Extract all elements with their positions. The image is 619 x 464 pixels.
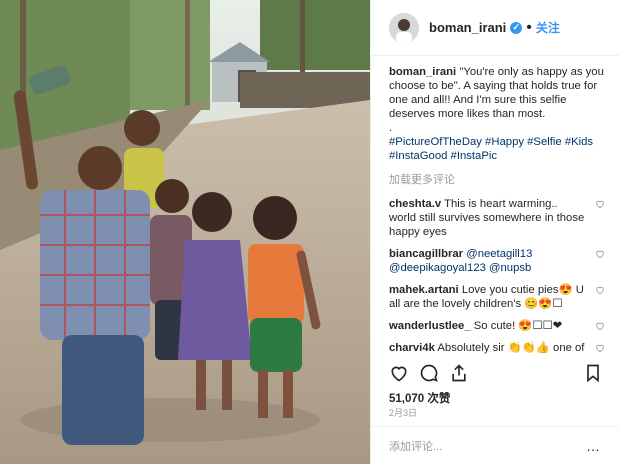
heart-icon[interactable] [389, 363, 409, 383]
instagram-post: boman_irani ✓ • 关注 boman_irani "You're o… [0, 0, 619, 464]
heart-icon[interactable] [595, 285, 605, 295]
share-icon[interactable] [449, 363, 469, 383]
caption-username[interactable]: boman_irani [389, 66, 456, 78]
caption-dot: . [389, 122, 393, 134]
comment-username[interactable]: cheshta.v [389, 198, 441, 210]
comment-item: charvi4k Absolutely sir 👏👏👍 one of d Bes… [389, 341, 605, 355]
heart-icon[interactable] [595, 343, 605, 353]
heart-icon[interactable] [595, 321, 605, 331]
comment-item: biancagillbrar @neetagill13 @deepikagoya… [389, 247, 605, 275]
selfie-photo-illustration [0, 0, 370, 464]
post-date: 2月3日 [389, 408, 418, 418]
caption-hashtags[interactable]: #PictureOfTheDay #Happy #Selfie #Kids #I… [389, 135, 605, 163]
post-photo[interactable] [0, 0, 370, 464]
username-link[interactable]: boman_irani [429, 20, 506, 35]
comment-item: mahek.artani Love you cutie pies😍 U all … [389, 283, 605, 311]
bookmark-icon[interactable] [583, 363, 603, 383]
heart-icon[interactable] [595, 199, 605, 209]
post-header: boman_irani ✓ • 关注 [371, 0, 619, 56]
comment-username[interactable]: mahek.artani [389, 284, 459, 296]
add-comment-bar[interactable]: 添加评论... … [371, 426, 619, 464]
comments-panel[interactable]: boman_irani "You're only as happy as you… [389, 65, 605, 355]
post-actions [389, 360, 603, 386]
comment-username[interactable]: wanderlustlee_ [389, 320, 471, 332]
comment-username[interactable]: biancagillbrar [389, 248, 463, 260]
avatar[interactable] [389, 12, 419, 43]
verified-icon: ✓ [510, 21, 523, 34]
follow-button[interactable]: 关注 [536, 19, 560, 36]
more-options-icon[interactable]: … [586, 438, 601, 454]
comment-username[interactable]: charvi4k [389, 342, 435, 354]
separator-dot: • [526, 18, 532, 36]
add-comment-input[interactable]: 添加评论... [389, 438, 442, 454]
load-more-comments-link[interactable]: 加载更多评论 [389, 173, 605, 187]
post-sidebar: boman_irani ✓ • 关注 boman_irani "You're o… [370, 0, 619, 464]
comment-text: So cute! 😍☐☐❤ [473, 320, 563, 332]
likes-count[interactable]: 51,070 次赞 [389, 390, 450, 406]
heart-icon[interactable] [595, 249, 605, 259]
comment-icon[interactable] [419, 363, 439, 383]
comment-item: wanderlustlee_ So cute! 😍☐☐❤ [389, 319, 605, 333]
caption: boman_irani "You're only as happy as you… [389, 65, 605, 121]
comment-item: cheshta.v This is heart warming.. world … [389, 197, 605, 239]
avatar-image [389, 12, 419, 43]
